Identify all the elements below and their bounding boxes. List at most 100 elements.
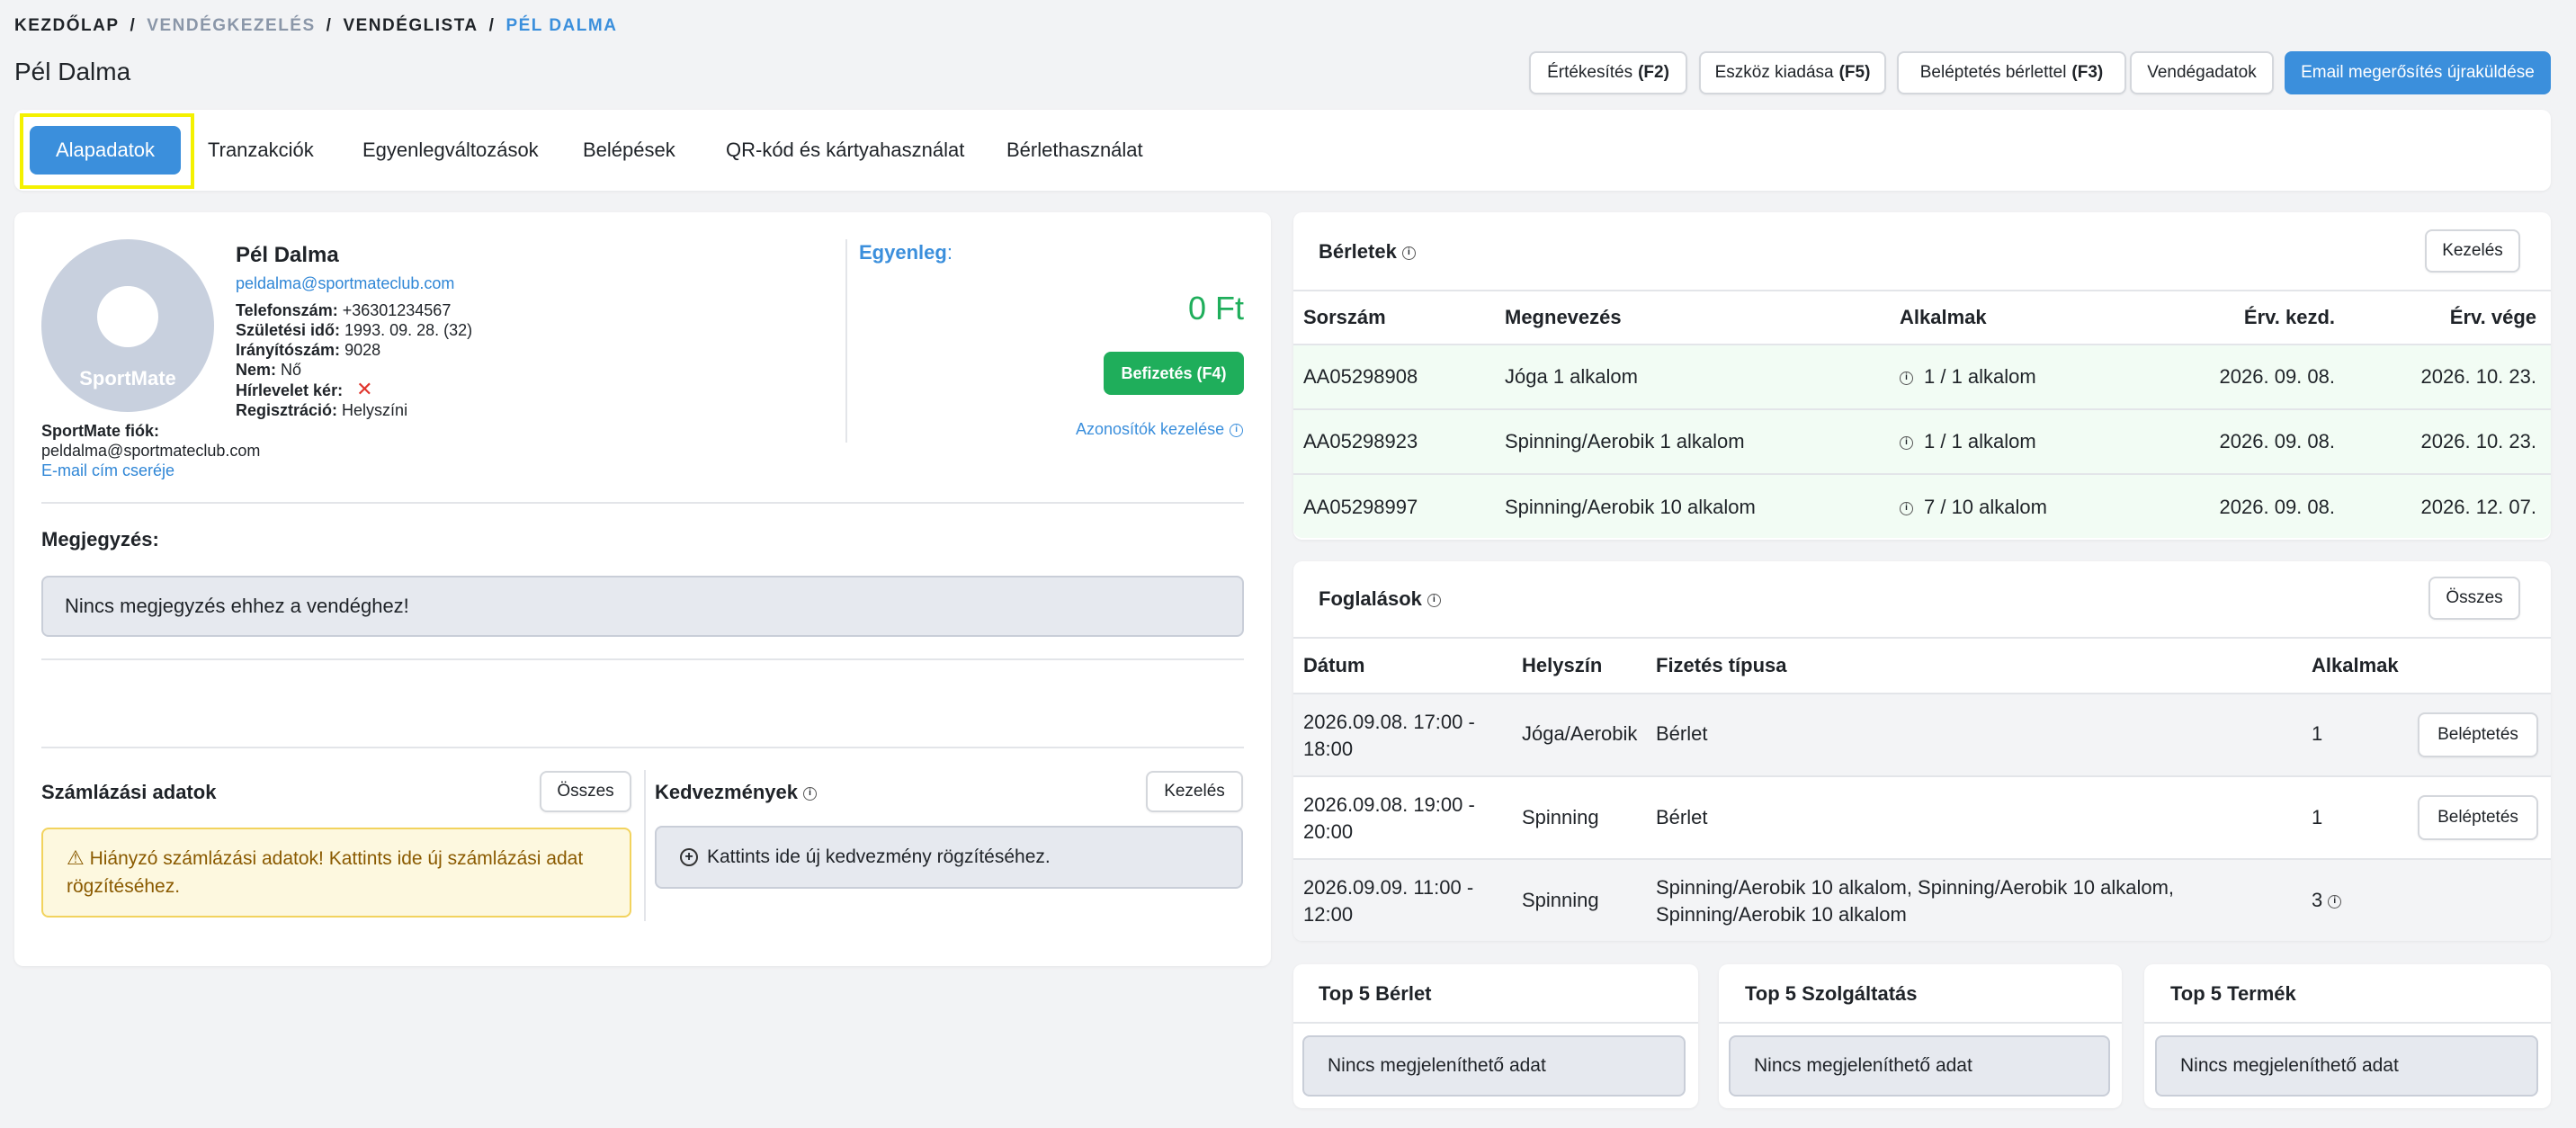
pass-valid-to: 2026. 10. 23. (2420, 365, 2536, 388)
id-manage-link[interactable]: Azonosítók kezelése i (1076, 420, 1244, 439)
note-text: Nincs megjegyzés ehhez a vendéghez! (65, 595, 409, 617)
billing-all-button[interactable]: Összes (540, 771, 631, 812)
booking-location-link[interactable]: Jóga/Aerobik (1522, 722, 1637, 746)
table-row[interactable] (1293, 694, 2551, 775)
col-name: Megnevezés (1505, 306, 1622, 328)
balance-amount: 0 Ft (1187, 290, 1244, 327)
add-circle-icon: + (680, 848, 698, 866)
booking-date: 2026.09.08. 19:00 -20:00 (1303, 793, 1475, 843)
sales-button[interactable]: Értékesítés (F2) (1529, 51, 1687, 94)
tab-pass-usage[interactable]: Bérlethasználat (1006, 126, 1143, 175)
breadcrumb: KEZDŐLAP / VENDÉGKEZELÉS / VENDÉGLISTA /… (14, 16, 617, 36)
pass-valid-from: 2026. 09. 08. (2219, 430, 2335, 452)
checkin-button[interactable]: Beléptetés (2418, 795, 2538, 840)
col-valid-from: Érv. kezd. (2243, 306, 2335, 328)
pay-in-button[interactable]: Befizetés (F4) (1104, 352, 1244, 395)
discount-add-box[interactable]: + Kattints ide új kedvezmény rögzítéséhe… (655, 826, 1243, 889)
breadcrumb-guest-list[interactable]: VENDÉGLISTA (343, 16, 478, 36)
tab-basic-data[interactable]: Alapadatok (30, 126, 181, 175)
zip-label: Irányítószám: (236, 341, 341, 359)
note-label: Megjegyzés: (41, 528, 159, 551)
bookings-all-button[interactable]: Összes (2428, 577, 2520, 620)
info-icon: i (1230, 423, 1244, 437)
top5-passes-empty: Nincs megjeleníthető adat (1302, 1035, 1686, 1097)
device-issue-button[interactable]: Eszköz kiadása (F5) (1699, 51, 1886, 94)
info-icon: i (1427, 593, 1441, 607)
avatar: SportMate (41, 239, 214, 412)
booking-date: 2026.09.08. 17:00 -18:00 (1303, 711, 1475, 760)
guest-email-link[interactable]: peldalma@sportmateclub.com (236, 274, 454, 293)
pass-serial: AA05298923 (1303, 430, 1418, 452)
pass-valid-from: 2026. 09. 08. (2219, 496, 2335, 518)
tab-entries[interactable]: Belépések (583, 126, 675, 175)
info-icon: i (1401, 246, 1416, 260)
pass-name: Jóga 1 alkalom (1505, 365, 1638, 388)
phone-value: +36301234567 (342, 301, 452, 319)
info-icon: i (802, 786, 817, 801)
top5-passes-title: Top 5 Bérlet (1319, 982, 1432, 1005)
note-box[interactable]: Nincs megjegyzés ehhez a vendéghez! (41, 576, 1244, 637)
booking-payment: Bérlet (1656, 806, 1708, 828)
birth-label: Születési idő: (236, 321, 341, 339)
guest-data-button[interactable]: Vendégadatok (2130, 51, 2274, 94)
tab-transactions[interactable]: Tranzakciók (208, 126, 314, 175)
col-occasions: Alkalmak (2312, 654, 2399, 676)
divider (41, 658, 1244, 660)
account-email: peldalma@sportmateclub.com (41, 442, 261, 460)
booking-date: 2026.09.09. 11:00 -12:00 (1303, 876, 1474, 926)
info-icon: i (1900, 435, 1913, 450)
pass-uses: i1 / 1 alkalom (1900, 430, 2036, 453)
billing-warning[interactable]: ⚠ Hiányzó számlázási adatok! Kattints id… (41, 828, 631, 918)
tab-balance-changes[interactable]: Egyenlegváltozások (362, 126, 539, 175)
avatar-logo-text: SportMate (79, 367, 176, 389)
checkin-with-pass-button[interactable]: Beléptetés bérlettel (F3) (1897, 51, 2126, 94)
divider (1293, 1022, 1698, 1024)
phone-label: Telefonszám: (236, 301, 338, 319)
passes-title: Bérletek i (1319, 240, 1416, 264)
pass-name: Spinning/Aerobik 10 alkalom (1505, 496, 1756, 518)
booking-count: 3i (2312, 889, 2342, 912)
pass-name: Spinning/Aerobik 1 alkalom (1505, 430, 1745, 452)
page-title: Pél Dalma (14, 58, 131, 85)
guest-name: Pél Dalma (236, 243, 339, 267)
info-icon: i (1900, 371, 1913, 385)
billing-title: Számlázási adatok (41, 781, 217, 803)
discounts-title: Kedvezmények i (655, 781, 817, 804)
change-email-link[interactable]: E-mail cím cseréje (41, 461, 260, 480)
divider (1293, 637, 2551, 639)
col-location: Helyszín (1522, 654, 1603, 676)
table-row[interactable] (1293, 777, 2551, 858)
balance-label: Egyenleg: (859, 241, 953, 264)
breadcrumb-separator: / (130, 16, 137, 35)
divider (41, 502, 1244, 504)
checkin-button[interactable]: Beléptetés (2418, 712, 2538, 757)
breadcrumb-home[interactable]: KEZDŐLAP (14, 16, 120, 36)
discounts-manage-button[interactable]: Kezelés (1146, 771, 1243, 812)
booking-count: 1 (2312, 722, 2323, 745)
newsletter-label: Hírlevelet kér: (236, 381, 344, 399)
pass-valid-to: 2026. 10. 23. (2420, 430, 2536, 452)
breadcrumb-separator: / (488, 16, 496, 35)
booking-location-link[interactable]: Spinning (1522, 806, 1599, 829)
passes-manage-button[interactable]: Kezelés (2425, 229, 2520, 273)
top5-products-title: Top 5 Termék (2170, 982, 2296, 1005)
profile-details: Telefonszám: +36301234567 Születési idő:… (236, 300, 472, 420)
top5-services-title: Top 5 Szolgáltatás (1745, 982, 1918, 1005)
account-label: SportMate fiók: (41, 422, 160, 440)
booking-location-link[interactable]: Spinning (1522, 889, 1599, 912)
registration-label: Regisztráció: (236, 401, 338, 419)
billing-discount-divider (644, 770, 646, 921)
warning-icon: ⚠ (67, 846, 85, 869)
resend-email-confirmation-button[interactable]: Email megerősítés újraküldése (2285, 51, 2551, 94)
gender-label: Nem: (236, 361, 277, 379)
pass-serial: AA05298908 (1303, 365, 1418, 388)
breadcrumb-guest-management[interactable]: VENDÉGKEZELÉS (147, 16, 315, 36)
discount-add-text: Kattints ide új kedvezmény rögzítéséhez. (707, 846, 1051, 867)
col-uses: Alkalmak (1900, 306, 1987, 328)
tab-qr-card-usage[interactable]: QR-kód és kártyahasználat (726, 126, 964, 175)
bookings-title: Foglalások i (1319, 587, 1441, 611)
col-valid-to: Érv. vége (2449, 306, 2536, 328)
col-serial: Sorszám (1303, 306, 1386, 328)
breadcrumb-current: PÉL DALMA (505, 16, 618, 35)
avatar-head-icon (97, 286, 158, 347)
